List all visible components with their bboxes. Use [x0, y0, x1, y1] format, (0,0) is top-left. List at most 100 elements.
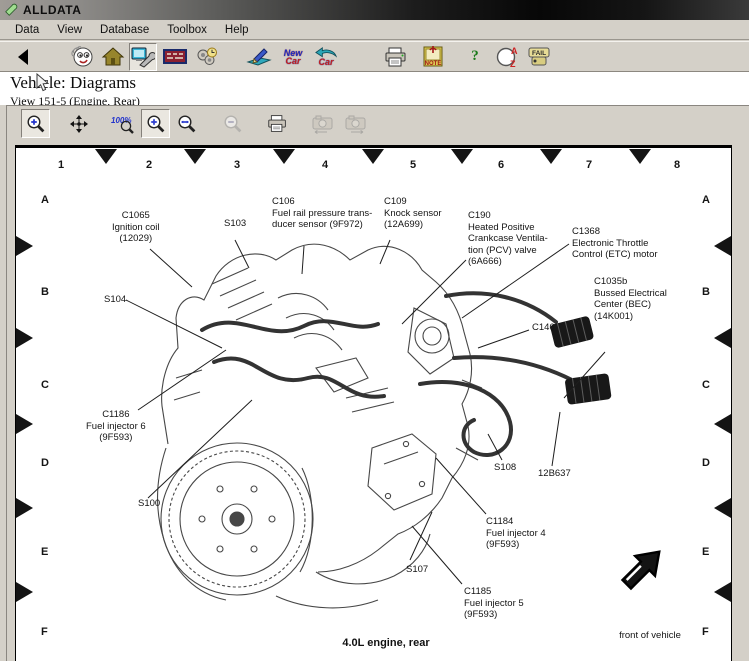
- pan-arrows-icon: [69, 114, 89, 134]
- zoom-in-button[interactable]: [21, 109, 50, 138]
- callout-s104: S104: [104, 294, 126, 306]
- help-button[interactable]: ?: [461, 43, 489, 71]
- zoom-100-label: 100%: [111, 116, 131, 125]
- content-header: Vehicle: Diagrams View 151-5 (Engine, Re…: [0, 72, 749, 105]
- camera-previous-icon: [311, 114, 334, 134]
- callout-c1185: C1185Fuel injector 5(9F593): [464, 586, 524, 621]
- diagram-viewer: 100%: [6, 105, 749, 661]
- grid-marker-left: [16, 498, 33, 518]
- question-mark-icon: ?: [471, 48, 479, 65]
- new-car-button[interactable]: New Car: [279, 43, 307, 71]
- zoom-100-icon: 100%: [111, 114, 135, 134]
- grid-marker-left: [16, 236, 33, 256]
- grid-marker-top: [273, 149, 295, 164]
- grid-row-label-left-A: A: [41, 194, 49, 206]
- grid-col-label-2: 2: [146, 159, 152, 171]
- grid-col-label-5: 5: [410, 159, 416, 171]
- callout-c106: C106Fuel rail pressure trans-ducer senso…: [272, 196, 372, 231]
- fail-tag-icon: FAIL: [526, 45, 552, 69]
- house-icon: [101, 45, 125, 69]
- diagrams-button[interactable]: [129, 43, 157, 71]
- callout-s100: S100: [138, 498, 160, 510]
- grid-row-label-right-E: E: [702, 546, 709, 558]
- previous-image-button[interactable]: [308, 109, 337, 138]
- grid-row-label-left-D: D: [41, 457, 49, 469]
- front-of-vehicle-arrow: [617, 542, 669, 594]
- grid-col-label-1: 1: [58, 159, 64, 171]
- mouse-cursor: [36, 73, 49, 92]
- grid-row-label-left-B: B: [41, 286, 49, 298]
- note-button[interactable]: NOTE: [419, 43, 447, 71]
- grid-marker-left: [16, 328, 33, 348]
- diagram-page[interactable]: 4.0L engine, rear front of vehicle 12345…: [15, 145, 732, 661]
- zoom-in-icon: [26, 114, 46, 134]
- grid-col-label-4: 4: [322, 159, 328, 171]
- new-car-icon: New Car: [284, 49, 303, 65]
- a-z-glossary-icon: A Z: [495, 45, 521, 69]
- print-button[interactable]: [382, 43, 410, 71]
- msdi-button[interactable]: [161, 43, 189, 71]
- zoom-100-button[interactable]: 100%: [108, 109, 137, 138]
- zoom-out-icon: [223, 114, 243, 134]
- grid-row-label-left-C: C: [41, 379, 49, 391]
- return-car-button[interactable]: Car: [312, 43, 340, 71]
- callout-c1184: C1184Fuel injector 4(9F593): [486, 516, 546, 551]
- fail-icon-label: FAIL: [532, 50, 546, 57]
- car-return-icon: Car: [314, 47, 338, 66]
- menubar: DataViewDatabaseToolboxHelp: [0, 20, 749, 40]
- menu-item-view[interactable]: View: [48, 22, 91, 38]
- callout-s107: S107: [406, 564, 428, 576]
- grid-marker-top: [362, 149, 384, 164]
- grid-marker-top: [451, 149, 473, 164]
- assist-button[interactable]: [68, 43, 96, 71]
- grid-row-label-right-C: C: [702, 379, 710, 391]
- glossary-a-label: A: [511, 46, 518, 56]
- callout-s108: S108: [494, 462, 516, 474]
- fit-width-button[interactable]: [172, 109, 201, 138]
- grid-col-label-6: 6: [498, 159, 504, 171]
- front-of-vehicle-label: front of vehicle: [600, 630, 700, 641]
- grid-row-label-right-A: A: [702, 194, 710, 206]
- gears-clock-icon: [195, 45, 219, 69]
- back-button[interactable]: [10, 43, 38, 71]
- tools-button[interactable]: [193, 43, 221, 71]
- grid-col-label-7: 7: [586, 159, 592, 171]
- shop-button[interactable]: [99, 43, 127, 71]
- zoom-out-button[interactable]: [218, 109, 247, 138]
- note-pad-icon: NOTE: [421, 45, 445, 69]
- pan-button[interactable]: [64, 109, 93, 138]
- callout-c109: C109Knock sensor(12A699): [384, 196, 442, 231]
- grid-row-label-right-D: D: [702, 457, 710, 469]
- next-image-button[interactable]: [341, 109, 370, 138]
- title-bar: ALLDATA: [0, 0, 749, 20]
- grid-marker-right: [714, 414, 731, 434]
- grid-marker-top: [629, 149, 651, 164]
- fail-tag-button[interactable]: FAIL: [525, 43, 553, 71]
- callout-c1035b: C1035bBussed ElectricalCenter (BEC)(14K0…: [594, 276, 667, 322]
- menu-item-data[interactable]: Data: [6, 22, 48, 38]
- glossary-button[interactable]: A Z: [494, 43, 522, 71]
- notes-button[interactable]: [245, 43, 273, 71]
- back-arrow-icon: [15, 48, 33, 66]
- note-icon-label: NOTE: [425, 61, 442, 67]
- face-icon: [70, 45, 94, 69]
- print-diagram-button[interactable]: [263, 109, 292, 138]
- grid-marker-left: [16, 582, 33, 602]
- grid-marker-top: [184, 149, 206, 164]
- printer-icon: [384, 45, 408, 69]
- grid-marker-right: [714, 498, 731, 518]
- main-toolbar: New Car Car NOTE: [0, 41, 749, 72]
- grid-marker-right: [714, 236, 731, 256]
- callout-c1065: C1065Ignition coil(12029): [112, 210, 160, 245]
- grid-row-label-left-E: E: [41, 546, 48, 558]
- grid-col-label-3: 3: [234, 159, 240, 171]
- menu-item-toolbox[interactable]: Toolbox: [158, 22, 216, 38]
- camera-next-icon: [344, 114, 367, 134]
- menu-item-database[interactable]: Database: [91, 22, 158, 38]
- fit-page-button[interactable]: [141, 109, 170, 138]
- viewer-toolbar: 100%: [7, 106, 749, 141]
- grid-marker-top: [540, 149, 562, 164]
- msdi-icon: [163, 45, 187, 69]
- menu-item-help[interactable]: Help: [216, 22, 258, 38]
- callout-c1368: C1368Electronic ThrottleControl (ETC) mo…: [572, 226, 658, 261]
